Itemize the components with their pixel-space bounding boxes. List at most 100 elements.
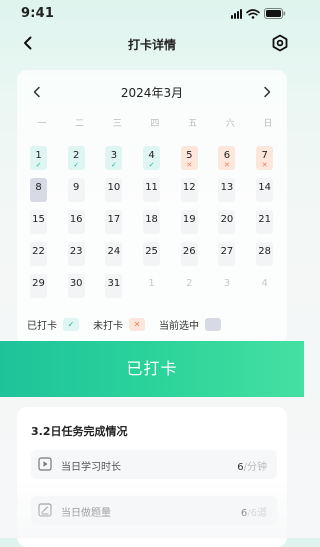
check-icon: ✓ — [63, 317, 79, 331]
status-icons — [231, 8, 286, 19]
day-number: 19 — [182, 214, 196, 225]
day-number: 8 — [35, 182, 42, 193]
day-number: 1 — [35, 150, 42, 161]
day-number: 4 — [148, 150, 155, 161]
day-number: 25 — [145, 246, 158, 257]
legend-checked-label: 已打卡 — [27, 320, 57, 332]
calendar-day[interactable]: 26 — [180, 242, 198, 266]
calendar-day[interactable]: 21 — [256, 210, 274, 234]
task-item-study-time[interactable]: 当日学习时长 6/分钟 — [31, 450, 277, 479]
settings-button[interactable] — [270, 33, 290, 53]
cross-icon: ✕ — [186, 161, 193, 169]
calendar-day[interactable]: 18 — [143, 210, 161, 234]
calendar-day[interactable]: 1 ✓ — [30, 146, 47, 170]
weekday-header: 一二三四五六日 — [23, 116, 287, 129]
battery-icon — [264, 8, 286, 19]
calendar-day: 1 — [143, 274, 160, 298]
calendar-day[interactable]: 9 — [67, 178, 85, 202]
calendar-day: 4 — [256, 274, 273, 298]
calendar-day[interactable]: 5 ✕ — [180, 146, 198, 170]
calendar-day[interactable]: 7 ✕ — [256, 146, 274, 170]
check-icon: ✓ — [110, 161, 117, 169]
day-number: 21 — [258, 214, 271, 225]
calendar-day[interactable]: 10 — [105, 178, 123, 202]
calendar-day[interactable]: 28 — [256, 242, 274, 266]
calendar-day[interactable]: 23 — [67, 242, 85, 266]
day-number: 16 — [69, 214, 83, 225]
status-time: 9:41 — [21, 6, 55, 21]
day-number: 18 — [145, 214, 158, 225]
month-header: 2024年3月 — [17, 80, 287, 104]
task-value: 6/6道 — [241, 504, 267, 519]
calendar-day[interactable]: 2 ✓ — [67, 146, 85, 170]
day-number: 14 — [258, 182, 271, 193]
weekday-label: 一 — [37, 119, 47, 129]
calendar-day[interactable]: 3 ✓ — [105, 146, 123, 170]
calendar-legend: 已打卡 ✓ 未打卡 ✕ 当前选中 — [27, 316, 277, 332]
day-number: 5 — [186, 150, 193, 161]
calendar-day[interactable]: 30 — [67, 274, 85, 298]
day-number: 31 — [107, 278, 121, 289]
calendar-day[interactable]: 12 — [180, 178, 198, 202]
calendar-day[interactable]: 31 — [105, 274, 123, 298]
day-number: 26 — [182, 246, 196, 257]
calendar-day[interactable]: 16 — [67, 210, 85, 234]
calendar-day[interactable]: 29 — [30, 274, 47, 298]
day-number: 27 — [220, 246, 234, 257]
check-icon: ✓ — [148, 161, 155, 169]
calendar-day[interactable]: 8 — [30, 178, 47, 202]
day-number: 15 — [32, 214, 45, 225]
calendar-card: 2024年3月 一二三四五六日 1 ✓ 2 ✓ 3 ✓ 4 ✓ 5 ✕ 6 ✕ 7 ✕ 8 9 10 11 12 13… — [17, 70, 287, 345]
calendar-day[interactable]: 22 — [30, 242, 47, 266]
calendar-grid: 1 ✓ 2 ✓ 3 ✓ 4 ✓ 5 ✕ 6 ✕ 7 ✕ 8 9 10 11 12 13 14 15 16 17 18 19 20 21… — [27, 146, 287, 306]
calendar-day: 3 — [218, 274, 235, 298]
calendar-day[interactable]: 11 — [143, 178, 161, 202]
day-number: 2 — [73, 150, 80, 161]
calendar-day[interactable]: 14 — [256, 178, 274, 202]
calendar-day[interactable]: 17 — [105, 210, 123, 234]
day-number: 13 — [220, 182, 234, 193]
weekday-label: 五 — [188, 119, 198, 129]
calendar-day[interactable]: 24 — [105, 242, 123, 266]
task-value-unit: /6道 — [247, 508, 267, 519]
day-number: 12 — [182, 182, 196, 193]
task-card: 3.2日任务完成情况 当日学习时长 6/分钟 当日做题量 6/6道 — [17, 407, 287, 547]
page-title: 打卡详情 — [127, 38, 176, 52]
day-number: 30 — [69, 278, 83, 289]
task-label: 当日学习时长 — [61, 462, 121, 473]
task-label: 当日做题量 — [61, 508, 111, 519]
day-number: 3 — [110, 150, 118, 161]
calendar-day[interactable]: 25 — [143, 242, 161, 266]
selected-swatch — [205, 317, 221, 331]
calendar-day[interactable]: 20 — [218, 210, 236, 234]
day-number: 22 — [32, 246, 45, 257]
task-item-questions[interactable]: 当日做题量 6/6道 — [31, 496, 277, 525]
settings-hexagon-icon — [272, 34, 288, 52]
day-number: 24 — [107, 246, 121, 257]
check-icon: ✓ — [73, 161, 80, 169]
chevron-right-icon — [264, 86, 271, 98]
calendar-day[interactable]: 19 — [180, 210, 198, 234]
next-month-button[interactable] — [259, 84, 275, 100]
calendar-day[interactable]: 15 — [30, 210, 47, 234]
calendar-day[interactable]: 13 — [218, 178, 236, 202]
calendar-day[interactable]: 6 ✕ — [218, 146, 236, 170]
day-number: 9 — [73, 182, 80, 193]
legend-missed: 未打卡 ✕ — [93, 317, 145, 332]
day-number: 10 — [107, 182, 121, 193]
weekday-label: 四 — [150, 119, 160, 129]
calendar-day: 2 — [181, 274, 198, 298]
check-icon: ✓ — [35, 161, 42, 169]
weekday-label: 三 — [112, 119, 122, 129]
cross-icon: ✕ — [224, 161, 230, 169]
wifi-icon — [246, 8, 260, 19]
calendar-day[interactable]: 27 — [218, 242, 236, 266]
calendar-day[interactable]: 4 ✓ — [143, 146, 161, 170]
nav-bar: 打卡详情 — [0, 30, 304, 58]
day-number: 20 — [220, 214, 234, 225]
day-number: 6 — [223, 150, 231, 161]
day-number: 4 — [261, 278, 268, 289]
checkin-button[interactable]: 已打卡 — [0, 341, 304, 397]
weekday-label: 二 — [75, 119, 85, 129]
task-title: 3.2日任务完成情况 — [31, 425, 128, 438]
